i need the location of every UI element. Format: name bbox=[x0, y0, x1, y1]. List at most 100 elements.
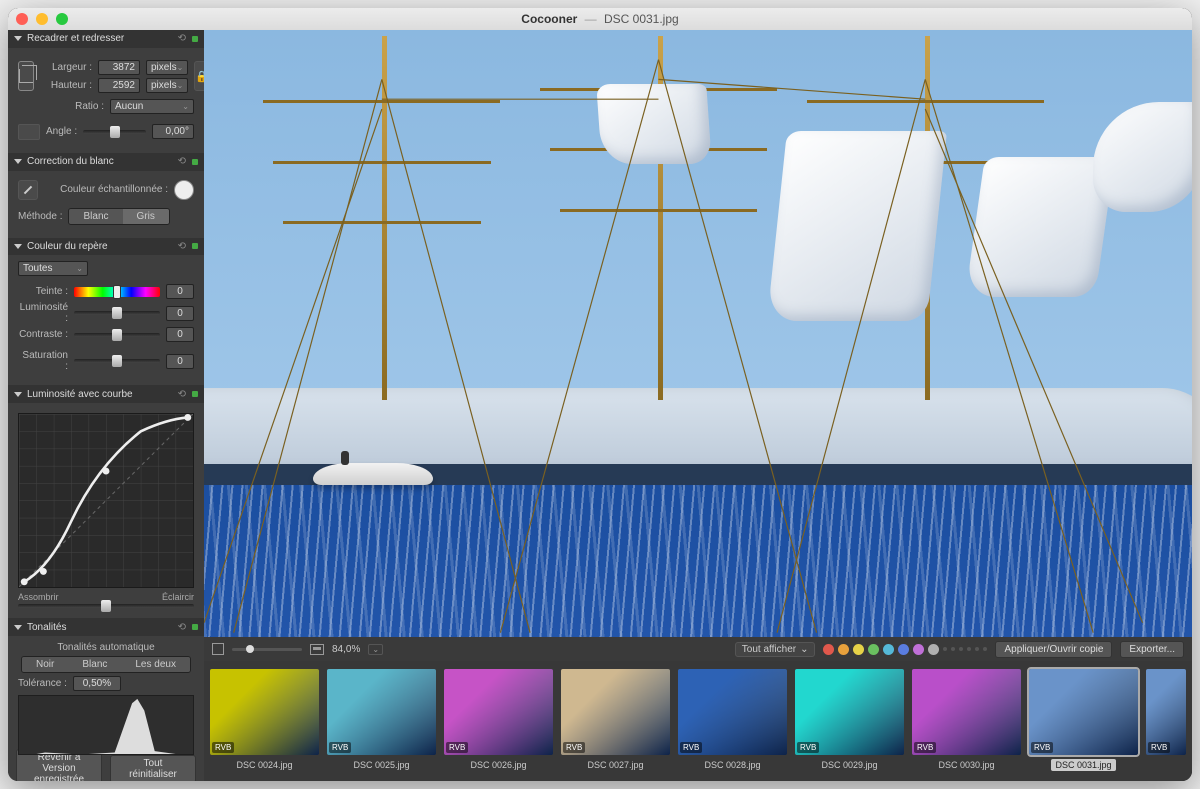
reset-icon[interactable]: ⟲ bbox=[178, 622, 186, 633]
panel-title: Luminosité avec courbe bbox=[27, 389, 133, 400]
panel-header-color[interactable]: Couleur du repère ⟲ bbox=[8, 238, 204, 256]
chevron-down-icon[interactable]: ⌄ bbox=[368, 644, 383, 655]
apply-button[interactable]: Appliquer/Ouvrir copie bbox=[995, 641, 1112, 658]
color-tag-dot[interactable] bbox=[838, 644, 849, 655]
tones-segment[interactable]: Noir Blanc Les deux bbox=[21, 656, 191, 673]
color-tag-dot[interactable] bbox=[868, 644, 879, 655]
tones-blanc[interactable]: Blanc bbox=[68, 657, 121, 672]
filmstrip-item[interactable]: RVBDSC 0029.jpg bbox=[795, 669, 904, 771]
crop-icon[interactable] bbox=[18, 61, 34, 91]
thumbnail-label: DSC 0029.jpg bbox=[817, 759, 881, 771]
hue-slider[interactable] bbox=[74, 287, 160, 297]
filmstrip[interactable]: RVBDSC 0024.jpgRVBDSC 0025.jpgRVBDSC 002… bbox=[204, 661, 1192, 781]
thumbnail-image: RVB bbox=[444, 669, 553, 755]
eyedropper-icon[interactable] bbox=[18, 180, 38, 200]
angle-slider[interactable] bbox=[83, 130, 146, 134]
thumbnail-label: DSC 0027.jpg bbox=[583, 759, 647, 771]
angle-label: Angle : bbox=[46, 126, 77, 137]
fit-icon[interactable] bbox=[310, 644, 324, 655]
saturation-slider[interactable] bbox=[74, 359, 160, 363]
color-tag-dot[interactable] bbox=[898, 644, 909, 655]
width-input[interactable]: 3872 bbox=[98, 60, 140, 75]
contrast-slider[interactable] bbox=[74, 333, 160, 337]
color-tag-dot[interactable] bbox=[883, 644, 894, 655]
colorspace-badge: RVB bbox=[1031, 742, 1053, 753]
filter-select[interactable]: Tout afficher⌄ bbox=[735, 642, 816, 657]
panel-header-crop[interactable]: Recadrer et redresser ⟲ bbox=[8, 30, 204, 48]
darken-label: Assombrir bbox=[18, 592, 59, 602]
export-button[interactable]: Exporter... bbox=[1120, 641, 1184, 658]
active-indicator bbox=[192, 391, 198, 397]
brightness-slider[interactable] bbox=[74, 311, 160, 315]
panel-header-tones[interactable]: Tonalités ⟲ bbox=[8, 618, 204, 636]
filmstrip-item[interactable]: RVB DSC 0027.jpg bbox=[561, 669, 670, 771]
tones-deux[interactable]: Les deux bbox=[121, 657, 190, 672]
brightness-input[interactable]: 0 bbox=[166, 306, 194, 321]
thumbnail-label: DSC 0025.jpg bbox=[349, 759, 413, 771]
zoom-slider[interactable] bbox=[232, 648, 302, 651]
saturation-input[interactable]: 0 bbox=[166, 354, 194, 369]
filmstrip-item[interactable]: RVBDSC 0028.jpg bbox=[678, 669, 787, 771]
thumbnail-image: RVB bbox=[678, 669, 787, 755]
color-tag-empty[interactable] bbox=[975, 647, 979, 651]
tones-noir[interactable]: Noir bbox=[22, 657, 68, 672]
reset-icon[interactable]: ⟲ bbox=[178, 389, 186, 400]
disclosure-icon bbox=[14, 36, 22, 41]
histogram bbox=[18, 695, 194, 755]
color-tag-dot[interactable] bbox=[823, 644, 834, 655]
colorspace-badge: RVB bbox=[563, 742, 585, 753]
lock-icon[interactable]: 🔒 bbox=[194, 61, 204, 91]
sampled-color-swatch[interactable] bbox=[174, 180, 194, 200]
filmstrip-item[interactable]: RVBDSC 0024.jpg bbox=[210, 669, 319, 771]
filmstrip-item[interactable]: RVB bbox=[1146, 669, 1186, 755]
height-unit-select[interactable]: pixels⌄ bbox=[146, 78, 188, 93]
color-tag-dot[interactable] bbox=[928, 644, 939, 655]
filmstrip-item[interactable]: RVBDSC 0031.jpg bbox=[1029, 669, 1138, 771]
ratio-label: Ratio : bbox=[18, 101, 104, 112]
image-preview[interactable] bbox=[204, 30, 1192, 637]
height-input[interactable]: 2592 bbox=[98, 78, 140, 93]
tolerance-input[interactable]: 0,50% bbox=[73, 676, 121, 691]
color-scope-select[interactable]: Toutes⌄ bbox=[18, 261, 88, 276]
ratio-select[interactable]: Aucun⌄ bbox=[110, 99, 194, 114]
reset-icon[interactable]: ⟲ bbox=[178, 156, 186, 167]
reset-icon[interactable]: ⟲ bbox=[178, 241, 186, 252]
color-tag-empty[interactable] bbox=[959, 647, 963, 651]
active-indicator bbox=[192, 36, 198, 42]
color-tag-dot[interactable] bbox=[913, 644, 924, 655]
hue-input[interactable]: 0 bbox=[166, 284, 194, 299]
color-tag-empty[interactable] bbox=[951, 647, 955, 651]
disclosure-icon bbox=[14, 159, 22, 164]
color-tag-empty[interactable] bbox=[967, 647, 971, 651]
color-tag-dot[interactable] bbox=[853, 644, 864, 655]
tolerance-label: Tolérance : bbox=[18, 678, 67, 689]
filmstrip-item[interactable]: RVB DSC 0030.jpg bbox=[912, 669, 1021, 771]
disclosure-icon bbox=[14, 392, 22, 397]
colorspace-badge: RVB bbox=[329, 742, 351, 753]
width-unit-select[interactable]: pixels⌄ bbox=[146, 60, 188, 75]
panel-header-white[interactable]: Correction du blanc ⟲ bbox=[8, 153, 204, 171]
thumbnail-image: RVB bbox=[1029, 669, 1138, 755]
color-tag-empty[interactable] bbox=[943, 647, 947, 651]
titlebar: Cocooner — DSC 0031.jpg bbox=[8, 8, 1192, 30]
panel-header-curve[interactable]: Luminosité avec courbe ⟲ bbox=[8, 385, 204, 403]
angle-input[interactable]: 0,00° bbox=[152, 124, 194, 139]
method-gris[interactable]: Gris bbox=[123, 209, 169, 224]
filmstrip-item[interactable]: RVBDSC 0026.jpg bbox=[444, 669, 553, 771]
method-segment[interactable]: Blanc Gris bbox=[68, 208, 169, 225]
small-boat bbox=[313, 463, 433, 485]
method-blanc[interactable]: Blanc bbox=[69, 209, 122, 224]
contrast-input[interactable]: 0 bbox=[166, 327, 194, 342]
width-label: Largeur : bbox=[44, 62, 92, 73]
thumbnail-label: DSC 0030.jpg bbox=[934, 759, 998, 771]
curve-balance-slider[interactable] bbox=[18, 604, 194, 608]
crop-preview-icon[interactable] bbox=[212, 643, 224, 655]
thumbnail-image: RVB bbox=[1146, 669, 1186, 755]
reset-icon[interactable]: ⟲ bbox=[178, 33, 186, 44]
color-tag-empty[interactable] bbox=[983, 647, 987, 651]
curve-editor[interactable] bbox=[18, 413, 194, 588]
reset-all-button[interactable]: Tout réinitialiser bbox=[110, 755, 196, 781]
filmstrip-item[interactable]: RVB DSC 0025.jpg bbox=[327, 669, 436, 771]
colorspace-badge: RVB bbox=[914, 742, 936, 753]
thumbnail-label: DSC 0024.jpg bbox=[232, 759, 296, 771]
